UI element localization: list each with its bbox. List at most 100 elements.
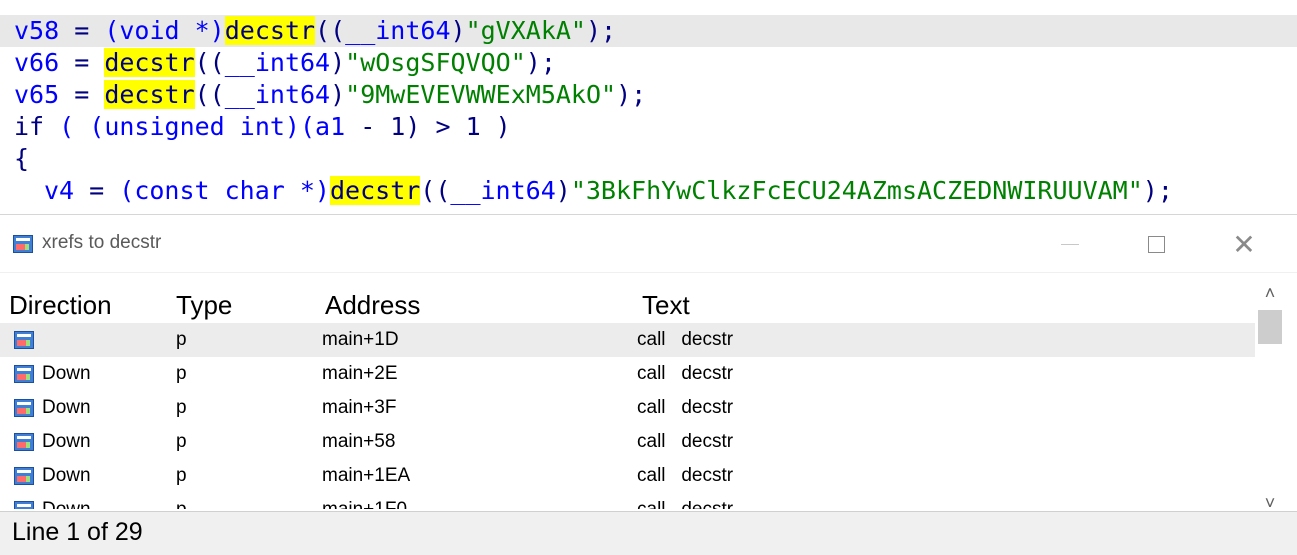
cell-address: main+1D [322, 329, 399, 350]
code-cast: ( (unsigned int)( [44, 112, 316, 141]
column-header-type[interactable]: Type [176, 287, 232, 323]
pseudocode-view[interactable]: v58 = (void *)decstr((__int64)"gVXAkA");… [0, 0, 1297, 214]
cell-text: call decstr [637, 493, 733, 509]
code-line[interactable]: v58 = (void *)decstr((__int64)"gVXAkA"); [0, 15, 1297, 47]
code-line[interactable]: v4 = (const char *)decstr((__int64)"3BkF… [0, 175, 1297, 207]
cell-direction: Down [42, 363, 91, 384]
close-button[interactable]: ✕ [1224, 228, 1264, 260]
code-function-call[interactable]: decstr [224, 16, 316, 45]
cell-text: call decstr [637, 397, 734, 418]
cell-address: main+1EA [322, 465, 411, 486]
minimize-icon [1061, 243, 1079, 245]
xref-row-icon [14, 331, 34, 349]
code-paren: ); [616, 80, 647, 109]
chevron-up-icon: ˄ [1264, 283, 1276, 303]
vertical-scrollbar[interactable]: ˄ ˅ [1255, 273, 1285, 521]
cell-direction: Down [42, 397, 91, 418]
code-operator: = [74, 176, 120, 205]
table-row[interactable]: Down p main+58 call decstr [0, 425, 1255, 459]
cell-text: call decstr [637, 363, 734, 384]
code-variable[interactable]: a1 [315, 112, 345, 141]
code-cast: __int64 [450, 176, 556, 205]
cell-type: p [176, 431, 187, 452]
code-paren: (( [420, 176, 451, 205]
code-cast: (void *) [104, 16, 225, 45]
cell-text: call decstr [637, 431, 734, 452]
xref-window-icon [13, 235, 33, 253]
code-paren: ) [330, 48, 346, 77]
table-row[interactable]: Down p main+3F call decstr [0, 391, 1255, 425]
cell-direction: Down [42, 431, 91, 452]
cell-type: p [176, 329, 187, 350]
code-variable[interactable]: v4 [44, 176, 74, 205]
code-cast: (const char *) [119, 176, 330, 205]
code-string[interactable]: "3BkFhYwClkzFcECU24AZmsACZEDNWIRUUVAM" [571, 176, 1143, 205]
close-icon: ✕ [1232, 228, 1256, 260]
code-line[interactable]: { [0, 143, 1297, 175]
chevron-down-icon: ˅ [1264, 493, 1276, 513]
cell-type: p [176, 397, 187, 418]
code-cast: __int64 [224, 48, 331, 77]
code-keyword: if [14, 112, 45, 141]
code-line[interactable]: v66 = decstr((__int64)"wOsgSFQVQO"); [0, 47, 1297, 79]
code-expression: - 1) > 1 ) [345, 112, 511, 141]
scroll-up-button[interactable]: ˄ [1255, 273, 1285, 309]
cell-direction: Down [42, 493, 91, 509]
code-string[interactable]: "9MwEVEVWWExM5AkO" [345, 80, 616, 109]
xref-row-icon [14, 399, 34, 417]
code-cast: __int64 [345, 16, 451, 45]
code-paren: ); [1142, 176, 1173, 205]
cell-address: main+1F0 [322, 493, 407, 509]
xref-row-icon [14, 501, 34, 509]
cell-type: p [176, 493, 187, 509]
xref-row-icon [14, 467, 34, 485]
code-brace: { [14, 144, 30, 173]
code-paren: ); [525, 48, 556, 77]
cell-direction: Down [42, 465, 91, 486]
status-bar: Line 1 of 29 [0, 511, 1297, 555]
window-titlebar[interactable]: xrefs to decstr ✕ [0, 215, 1297, 273]
code-cast: __int64 [224, 80, 331, 109]
xref-row-icon [14, 433, 34, 451]
cell-type: p [176, 363, 187, 384]
code-string[interactable]: "wOsgSFQVQO" [345, 48, 526, 77]
code-operator: = [59, 16, 105, 45]
code-operator: = [59, 80, 105, 109]
code-variable[interactable]: v66 [14, 48, 59, 77]
scroll-thumb[interactable] [1258, 310, 1282, 344]
table-row[interactable]: p main+1D call decstr [0, 323, 1255, 357]
code-function-call[interactable]: decstr [104, 80, 195, 109]
maximize-button[interactable] [1136, 229, 1176, 259]
code-paren: ); [586, 16, 617, 45]
xrefs-table[interactable]: Direction Type Address Text p main+1D ca… [0, 287, 1257, 509]
table-row[interactable]: Down p main+1EA call decstr [0, 459, 1255, 493]
status-text: Line 1 of 29 [12, 518, 143, 546]
table-row[interactable]: Down p main+1F0 call decstr [0, 493, 1255, 509]
code-function-call[interactable]: decstr [104, 48, 195, 77]
code-paren: (( [315, 16, 346, 45]
xrefs-window[interactable]: xrefs to decstr ✕ Direction Type Address… [0, 214, 1297, 555]
code-paren: (( [194, 80, 225, 109]
code-paren: ) [330, 80, 346, 109]
cell-text: call decstr [637, 329, 734, 350]
code-line[interactable]: v65 = decstr((__int64)"9MwEVEVWWExM5AkO"… [0, 79, 1297, 111]
cell-type: p [176, 465, 187, 486]
minimize-button[interactable] [1050, 229, 1090, 259]
column-header-text[interactable]: Text [642, 287, 690, 323]
code-line[interactable]: if ( (unsigned int)(a1 - 1) > 1 ) [0, 111, 1297, 143]
column-header-direction[interactable]: Direction [9, 287, 112, 323]
cell-address: main+3F [322, 397, 397, 418]
xref-row-icon [14, 365, 34, 383]
column-header-address[interactable]: Address [325, 287, 420, 323]
code-paren: (( [194, 48, 225, 77]
code-variable[interactable]: v58 [14, 16, 59, 45]
code-function-call[interactable]: decstr [329, 176, 421, 205]
code-string[interactable]: "gVXAkA" [466, 16, 586, 45]
code-paren: ) [450, 16, 466, 45]
cell-address: main+58 [322, 431, 396, 452]
window-title: xrefs to decstr [42, 232, 162, 253]
table-row[interactable]: Down p main+2E call decstr [0, 357, 1255, 391]
cell-text: call decstr [637, 465, 734, 486]
code-variable[interactable]: v65 [14, 80, 59, 109]
cell-address: main+2E [322, 363, 398, 384]
